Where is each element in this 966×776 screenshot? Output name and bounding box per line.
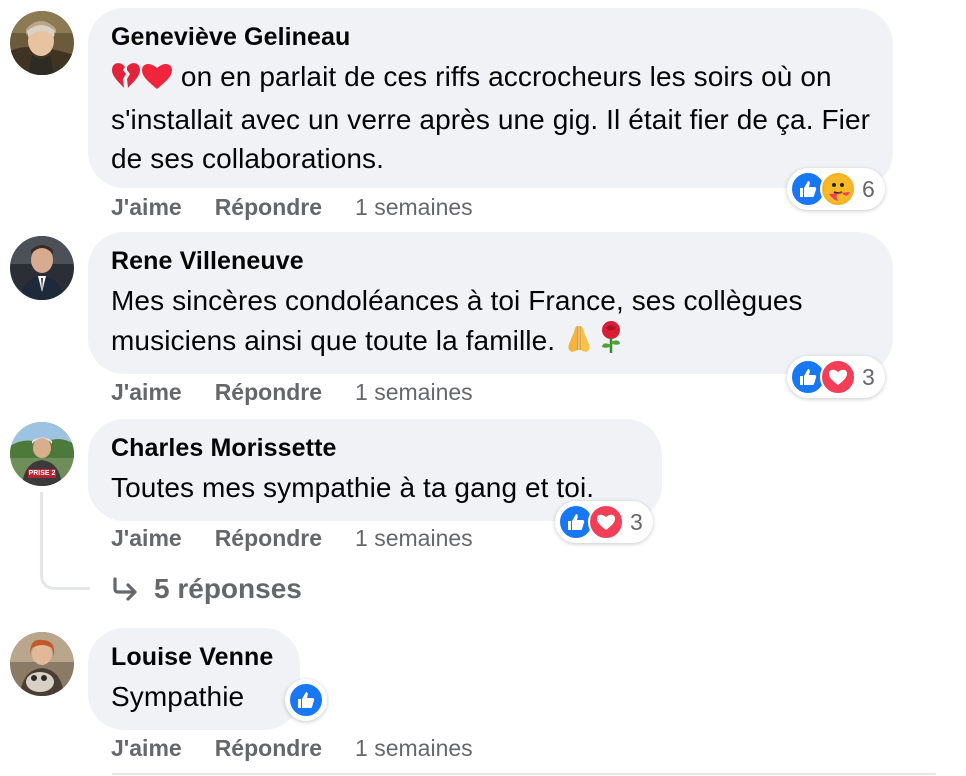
like-button[interactable]: J'aime <box>111 379 182 405</box>
thread-connector <box>40 492 90 590</box>
rose-emoji <box>595 320 627 364</box>
comment-text-body: Sympathie <box>111 681 245 712</box>
comment-timestamp[interactable]: 1 semaines <box>355 194 473 220</box>
like-button[interactable]: J'aime <box>111 735 182 761</box>
comment-text-body: Mes sincères condoléances à toi France, … <box>111 285 803 356</box>
reply-button[interactable]: Répondre <box>215 735 322 761</box>
comment-bubble: Rene Villeneuve Mes sincères condoléance… <box>88 232 893 374</box>
comment-timestamp[interactable]: 1 semaines <box>355 525 473 551</box>
comment-actions: J'aime Répondre 1 semaines <box>111 377 473 407</box>
comment-timestamp[interactable]: 1 semaines <box>355 735 473 761</box>
avatar-photo <box>10 11 74 75</box>
comment-author[interactable]: Louise Venne <box>111 642 278 672</box>
avatar-photo <box>10 632 74 696</box>
comment-timestamp[interactable]: 1 semaines <box>355 379 473 405</box>
avatar[interactable]: PRISE 2 <box>10 422 74 486</box>
reply-button[interactable]: Répondre <box>215 525 322 551</box>
love-icon <box>820 359 856 395</box>
reaction-summary[interactable]: 6 <box>787 168 885 210</box>
reply-button[interactable]: Répondre <box>215 379 322 405</box>
replies-label: 5 réponses <box>154 573 302 604</box>
comment-author[interactable]: Charles Morissette <box>111 433 640 463</box>
comment-text: Toutes mes sympathie à ta gang et toi. <box>111 468 640 507</box>
praying-hands-emoji <box>563 324 595 364</box>
broken-heart-emoji <box>111 61 141 100</box>
reply-button[interactable]: Répondre <box>215 194 322 220</box>
comment-text-body: on en parlait de ces riffs accrocheurs l… <box>111 61 871 174</box>
comment-text: Sympathie <box>111 677 278 716</box>
like-button[interactable]: J'aime <box>111 525 182 551</box>
comment-author[interactable]: Geneviève Gelineau <box>111 22 871 52</box>
reaction-count: 3 <box>630 508 643 535</box>
reaction-summary[interactable]: 3 <box>555 501 653 543</box>
comment-author[interactable]: Rene Villeneuve <box>111 246 871 276</box>
avatar[interactable] <box>10 11 74 75</box>
divider <box>112 773 936 775</box>
comment-bubble: Louise Venne Sympathie <box>88 628 300 730</box>
comment-text: on en parlait de ces riffs accrocheurs l… <box>111 57 871 178</box>
red-heart-emoji <box>141 61 173 100</box>
comment-actions: J'aime Répondre 1 semaines <box>111 192 473 222</box>
reaction-count: 3 <box>862 363 875 390</box>
care-icon <box>820 171 856 207</box>
avatar-badge: PRISE 2 <box>28 470 56 477</box>
love-icon <box>588 504 624 540</box>
reaction-summary[interactable]: 3 <box>787 356 885 398</box>
comment-text: Mes sincères condoléances à toi France, … <box>111 281 871 364</box>
avatar-photo <box>10 236 74 300</box>
like-icon <box>288 682 324 718</box>
view-replies-link[interactable]: 5 réponses <box>112 571 302 607</box>
avatar[interactable] <box>10 632 74 696</box>
comment-actions: J'aime Répondre 1 semaines <box>111 733 473 763</box>
comment-actions: J'aime Répondre 1 semaines <box>111 523 473 553</box>
reply-arrow-icon <box>112 577 140 601</box>
comment-text-body: Toutes mes sympathie à ta gang et toi. <box>111 472 595 503</box>
reaction-summary[interactable] <box>285 679 327 721</box>
avatar[interactable] <box>10 236 74 300</box>
like-button[interactable]: J'aime <box>111 194 182 220</box>
comment-bubble: Geneviève Gelineau on en parlait de ces … <box>88 8 893 188</box>
reaction-count: 6 <box>862 175 875 202</box>
